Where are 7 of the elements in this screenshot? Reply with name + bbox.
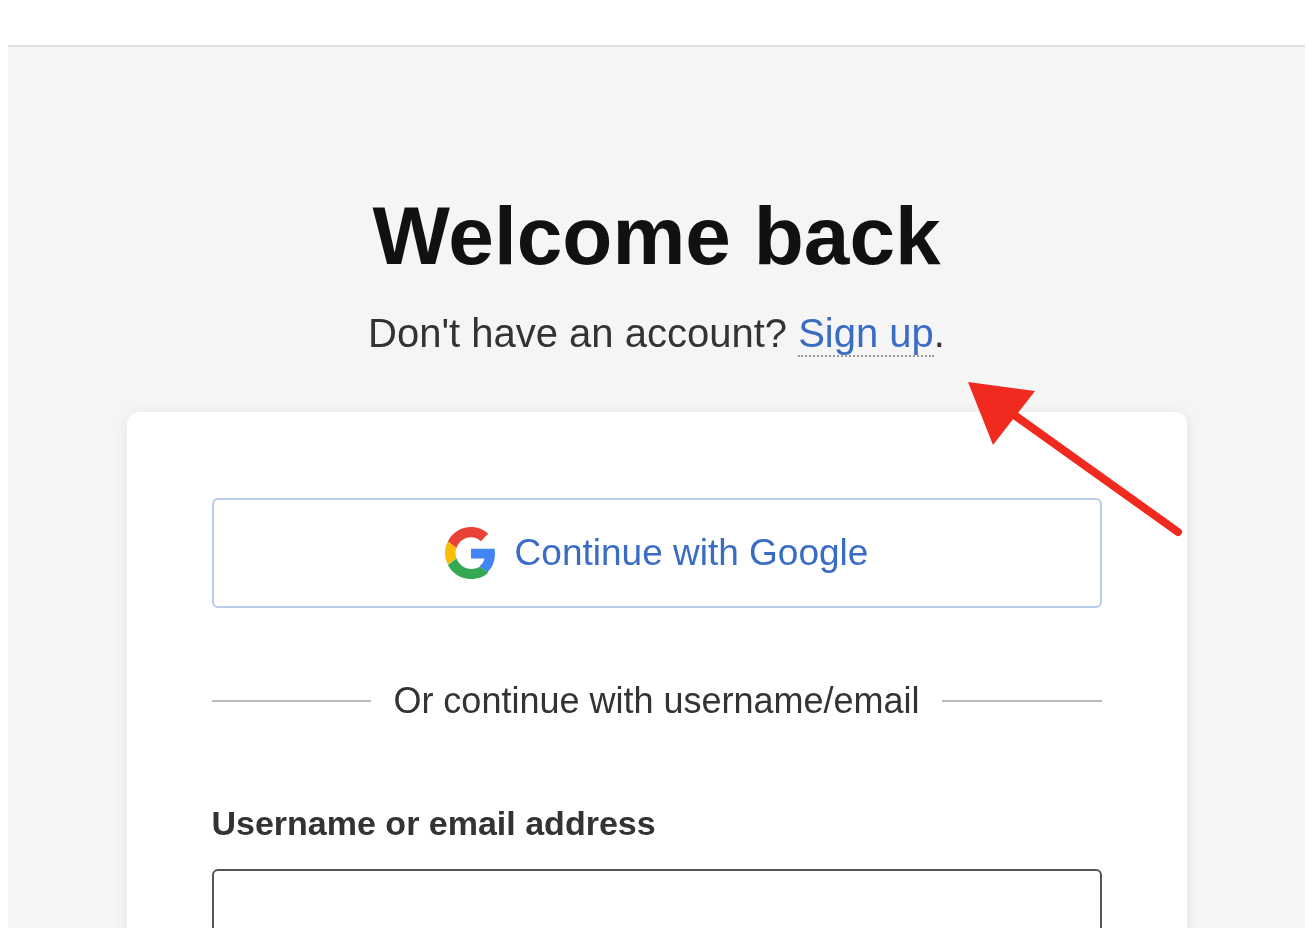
page-title: Welcome back bbox=[372, 195, 941, 277]
signup-prompt: Don't have an account? Sign up. bbox=[368, 310, 945, 357]
google-g-icon bbox=[444, 527, 497, 579]
google-button[interactable]: Continue with Google bbox=[211, 498, 1102, 608]
username-label: Username or email address bbox=[211, 804, 657, 843]
divider-text: Or continue with username/email bbox=[393, 680, 920, 722]
signup-link[interactable]: Sign up bbox=[798, 311, 934, 357]
